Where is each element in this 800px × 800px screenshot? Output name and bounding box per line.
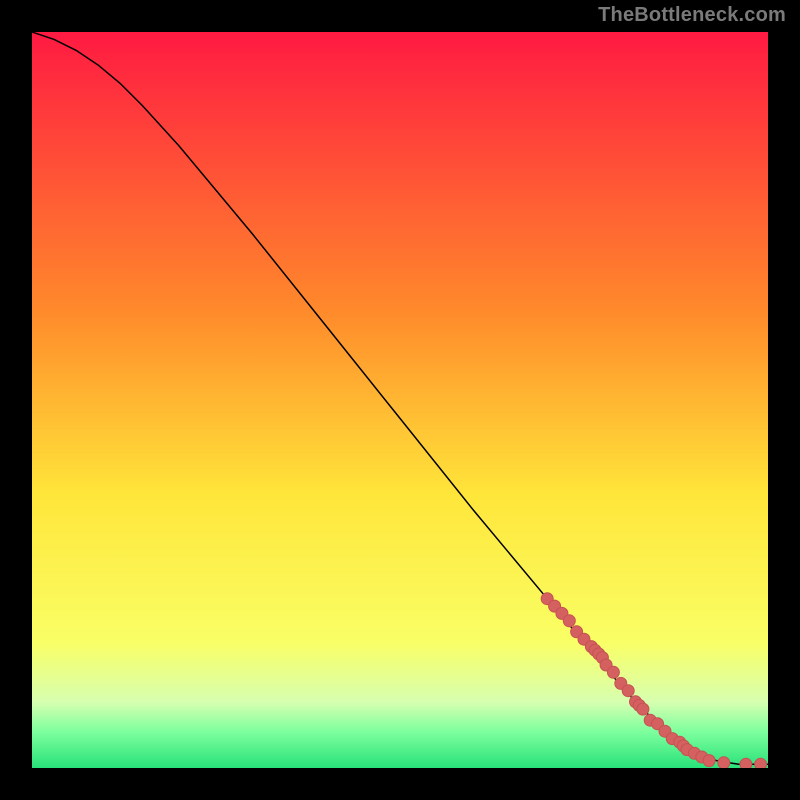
watermark-text: TheBottleneck.com <box>598 4 786 27</box>
data-marker <box>703 755 715 767</box>
data-marker <box>637 703 649 715</box>
chart-svg <box>32 32 768 768</box>
data-marker <box>740 758 752 768</box>
plot-area <box>32 32 768 768</box>
gradient-background <box>32 32 768 768</box>
data-marker <box>755 758 767 768</box>
data-marker <box>622 685 634 697</box>
data-marker <box>607 666 619 678</box>
chart-stage: TheBottleneck.com <box>0 0 800 800</box>
data-marker <box>718 757 730 768</box>
data-marker <box>563 615 575 627</box>
